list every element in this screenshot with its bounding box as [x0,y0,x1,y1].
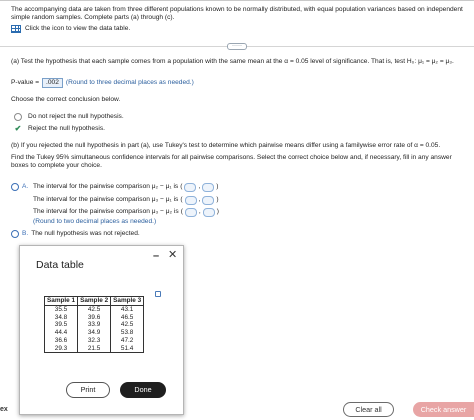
done-button[interactable]: Done [120,382,166,398]
table-row: 36.6 32.3 47.2 [43,336,145,345]
data-table: Sample 1 Sample 2 Sample 3 35.5 42.5 43.… [43,296,145,354]
minimize-icon[interactable]: – [153,250,159,264]
check-answer-button[interactable]: Check answer [413,402,474,417]
copy-data-icon[interactable] [155,291,161,297]
table-cell: 35.5 [43,305,79,314]
table-row: 44.4 34.9 53.8 [43,329,145,337]
interval-label: The interval for the pairwise comparison… [33,196,179,204]
interval-mu3-mu2: The interval for the pairwise comparison… [33,208,219,217]
option-b-letter[interactable]: B. [22,230,28,238]
pvalue-hint: (Round to three decimal places as needed… [65,78,194,86]
upper-bound-field[interactable] [202,183,215,192]
table-cell: 33.9 [77,321,112,330]
option-label[interactable]: Do not reject the null hypothesis. [28,113,124,121]
option-label[interactable]: Reject the null hypothesis. [28,125,105,133]
expand-more-button[interactable]: ····· [227,43,247,50]
print-button[interactable]: Print [66,382,110,398]
table-cell: 53.8 [110,329,145,337]
part-b-prompt: (b) If you rejected the null hypothesis … [11,142,441,149]
choose-conclusion-label: Choose the correct conclusion below. [11,96,121,103]
checkmark-icon[interactable]: ✔ [14,125,22,133]
data-table-dialog: Data table – ✕ Sample 1 Sample 2 Sample … [19,245,184,415]
view-data-table-link[interactable]: Click the icon to view the data table. [11,25,130,34]
dialog-title: Data table [36,259,84,271]
table-cell: 29.3 [43,344,79,354]
table-cell: 46.5 [110,313,145,322]
upper-bound-field[interactable] [202,208,215,217]
radio-button[interactable] [11,230,19,239]
lower-bound-field[interactable] [184,208,197,217]
option-do-not-reject[interactable]: Do not reject the null hypothesis. [14,113,124,122]
table-cell: 47.2 [110,336,145,345]
interval-label: The interval for the pairwise comparison… [33,208,179,216]
part-b-instructions: Find the Tukey 95% simultaneous confiden… [11,154,452,170]
table-cell: 34.8 [43,313,79,322]
pvalue-answer-field[interactable]: .002 [42,78,63,88]
option-a[interactable]: A. [11,183,28,192]
table-cell: 32.3 [77,336,112,345]
column-header: Sample 1 [43,296,79,306]
lower-bound-field[interactable] [184,183,197,192]
round-hint: (Round to two decimal places as needed.) [33,218,157,225]
option-b-label[interactable]: The null hypothesis was not rejected. [31,230,140,238]
interval-mu3-mu1: The interval for the pairwise comparison… [33,196,219,205]
pvalue-row: P-value = .002 (Round to three decimal p… [11,78,194,88]
radio-button[interactable] [11,183,19,192]
table-row: 34.8 39.6 46.5 [43,313,145,322]
option-b[interactable]: B. The null hypothesis was not rejected. [11,230,140,239]
top-rule [0,0,474,1]
pvalue-label: P-value = [11,78,40,86]
ex-label: ex [0,406,8,413]
table-cell: 42.5 [110,321,145,330]
table-row: 29.3 21.5 51.4 [43,344,145,354]
table-row: 35.5 42.5 43.1 [43,305,145,314]
question-intro: The accompanying data are taken from thr… [11,6,463,22]
table-cell: 51.4 [110,344,145,354]
option-a-letter[interactable]: A. [22,183,28,191]
radio-button[interactable] [14,113,22,122]
interval-label: The interval for the pairwise comparison… [33,183,179,191]
view-data-table-label[interactable]: Click the icon to view the data table. [25,25,130,33]
table-cell: 21.5 [77,344,112,354]
table-cell: 43.1 [110,305,145,314]
option-reject[interactable]: ✔ Reject the null hypothesis. [14,125,105,133]
table-cell: 39.5 [43,321,79,330]
table-cell: 42.5 [77,305,112,314]
table-cell: 34.9 [77,329,112,337]
interval-mu2-mu1: The interval for the pairwise comparison… [33,183,219,192]
clear-all-button[interactable]: Clear all [343,402,394,417]
table-cell: 36.6 [43,336,79,345]
close-icon[interactable]: ✕ [168,249,177,263]
upper-bound-field[interactable] [202,196,215,205]
column-header: Sample 2 [77,296,112,306]
column-header: Sample 3 [110,296,145,306]
table-cell: 39.6 [77,313,112,322]
table-cell: 44.4 [43,329,79,337]
table-row: 39.5 33.9 42.5 [43,321,145,330]
part-a-prompt: (a) Test the hypothesis that each sample… [11,58,454,65]
table-icon[interactable] [11,25,21,34]
lower-bound-field[interactable] [184,196,197,205]
